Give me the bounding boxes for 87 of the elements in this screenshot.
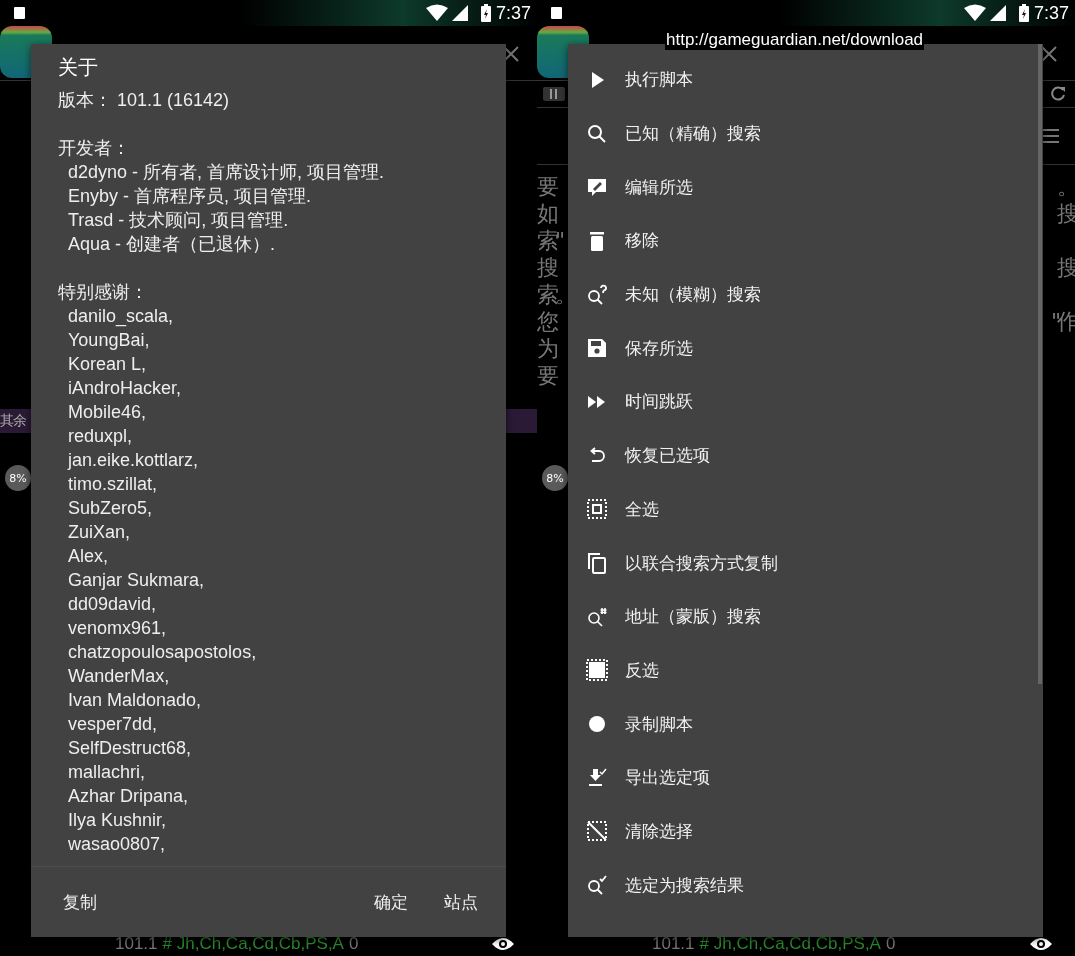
notification-icon bbox=[14, 7, 25, 19]
background-text: 要 bbox=[537, 362, 557, 389]
menu-item[interactable]: 地址（蒙版）搜索 bbox=[568, 589, 773, 644]
menu-icon[interactable] bbox=[1041, 129, 1059, 143]
thanks-name: jan.eike.kottlarz, bbox=[66, 449, 199, 472]
section-heading: 特别感谢： bbox=[58, 281, 148, 304]
menu-item[interactable]: 以联合搜索方式复制 bbox=[568, 536, 790, 590]
menu-item[interactable]: 编辑所选 bbox=[568, 160, 705, 215]
developer-credit: d2dyno - 所有者, 首席设计师, 项目管理. bbox=[67, 161, 385, 184]
pause-icon bbox=[550, 89, 558, 99]
battery-icon bbox=[1018, 4, 1029, 22]
url-tooltip: http://gameguardian.net/download bbox=[665, 30, 925, 50]
thanks-name: timo.szillat, bbox=[67, 473, 157, 496]
thanks-name: Ilya Kushnir, bbox=[67, 809, 167, 832]
background-text: "作 bbox=[1050, 308, 1075, 335]
thanks-name: reduxpl, bbox=[67, 425, 133, 448]
pause-button[interactable] bbox=[543, 87, 565, 101]
status-text: 101.1 # Jh,Ch,Ca,Cd,Cb,PS,A 0 bbox=[652, 934, 897, 954]
clock-time: 7:37 bbox=[495, 2, 531, 24]
category-label: 其余 bbox=[0, 412, 27, 430]
menu-item[interactable]: 未知（模糊）搜索 bbox=[568, 267, 773, 322]
background-text: 搜 bbox=[537, 254, 557, 281]
thanks-name: Azhar Dripana, bbox=[67, 785, 189, 808]
background-text: 如 bbox=[537, 200, 557, 227]
copy-icon bbox=[585, 551, 609, 576]
developer-credit: Enyby - 首席程序员, 项目管理. bbox=[67, 185, 312, 208]
thanks-name: mallachri, bbox=[67, 761, 146, 784]
dialog-title: 关于 bbox=[57, 54, 99, 81]
thanks-name: chatzopoulosapostolos, bbox=[67, 641, 257, 664]
menu-item[interactable]: 保存所选 bbox=[568, 321, 705, 376]
dialog-button[interactable]: 复制 bbox=[49, 882, 111, 922]
progress-badge: 8% bbox=[542, 465, 568, 491]
background-text: 您 bbox=[537, 308, 557, 335]
menu-item[interactable]: 恢复已选项 bbox=[568, 428, 722, 483]
menu-item[interactable]: 时间跳跃 bbox=[568, 375, 705, 429]
developer-credit: Trasd - 技术顾问, 项目管理. bbox=[67, 209, 289, 232]
background-text: 要 bbox=[537, 173, 557, 200]
thanks-name: venomx961, bbox=[67, 617, 167, 640]
background-text: 索。 bbox=[537, 281, 568, 308]
version-text: 版本： 101.1 (16142) bbox=[58, 89, 230, 112]
progress-badge: 8% bbox=[5, 465, 31, 491]
dialog-button[interactable]: 确定 bbox=[360, 882, 422, 922]
thanks-name: Ivan Maldonado, bbox=[67, 689, 202, 712]
thanks-name: iAndroHacker, bbox=[67, 377, 182, 400]
close-icon[interactable] bbox=[1041, 46, 1057, 62]
thanks-name: Korean L, bbox=[67, 353, 147, 376]
clear-icon bbox=[585, 819, 609, 844]
invert-icon bbox=[585, 658, 609, 683]
refresh-icon[interactable] bbox=[1049, 85, 1067, 103]
thanks-name: Mobile46, bbox=[67, 401, 147, 424]
background-text: 搜 bbox=[1057, 200, 1075, 227]
thanks-name: SelfDestruct68, bbox=[67, 737, 192, 760]
select-all-icon bbox=[585, 497, 609, 522]
background-text: 。 bbox=[1057, 173, 1075, 200]
menu-item[interactable]: 执行脚本 bbox=[568, 53, 705, 107]
thanks-name: Ganjar Sukmara, bbox=[67, 569, 205, 592]
menu-item[interactable]: 录制脚本 bbox=[568, 697, 705, 751]
section-heading: 开发者： bbox=[58, 137, 130, 160]
thanks-name: WanderMax, bbox=[67, 665, 170, 688]
close-icon[interactable] bbox=[503, 46, 519, 62]
dialog-button[interactable]: 站点 bbox=[430, 882, 492, 922]
developer-credit: Aqua - 创建者（已退休）. bbox=[67, 233, 276, 256]
battery-icon bbox=[480, 4, 491, 22]
background-text: 搜 bbox=[1057, 254, 1075, 281]
thanks-name: ZuiXan, bbox=[67, 521, 131, 544]
status-text: 101.1 # Jh,Ch,Ca,Cd,Cb,PS,A 0 bbox=[115, 934, 360, 954]
menu-item[interactable]: 导出选定项 bbox=[568, 750, 722, 805]
menu-item[interactable]: 选定为搜索结果 bbox=[568, 858, 756, 912]
background-text: 为 bbox=[537, 335, 557, 362]
clock-time: 7:37 bbox=[1033, 2, 1069, 24]
thanks-name: danilo_scala, bbox=[67, 305, 174, 328]
thanks-name: vesper7dd, bbox=[67, 713, 158, 736]
thanks-name: SubZero5, bbox=[67, 497, 153, 520]
thanks-name: Alex, bbox=[67, 545, 109, 568]
thanks-name: wasao0807, bbox=[67, 833, 166, 856]
menu-item[interactable]: 清除选择 bbox=[568, 804, 705, 859]
menu-item[interactable]: 移除 bbox=[568, 214, 671, 268]
menu-item[interactable]: 已知（精确）搜索 bbox=[568, 106, 773, 161]
menu-item[interactable]: 全选 bbox=[568, 482, 671, 537]
eye-icon[interactable] bbox=[1029, 937, 1053, 951]
eye-icon[interactable] bbox=[491, 937, 515, 951]
thanks-name: dd09david, bbox=[67, 593, 157, 616]
search-unknown-icon bbox=[585, 282, 609, 307]
notification-icon bbox=[551, 7, 562, 19]
menu-item[interactable]: 反选 bbox=[568, 643, 671, 698]
thanks-name: YoungBai, bbox=[67, 329, 150, 352]
background-text: 索" bbox=[537, 227, 563, 254]
